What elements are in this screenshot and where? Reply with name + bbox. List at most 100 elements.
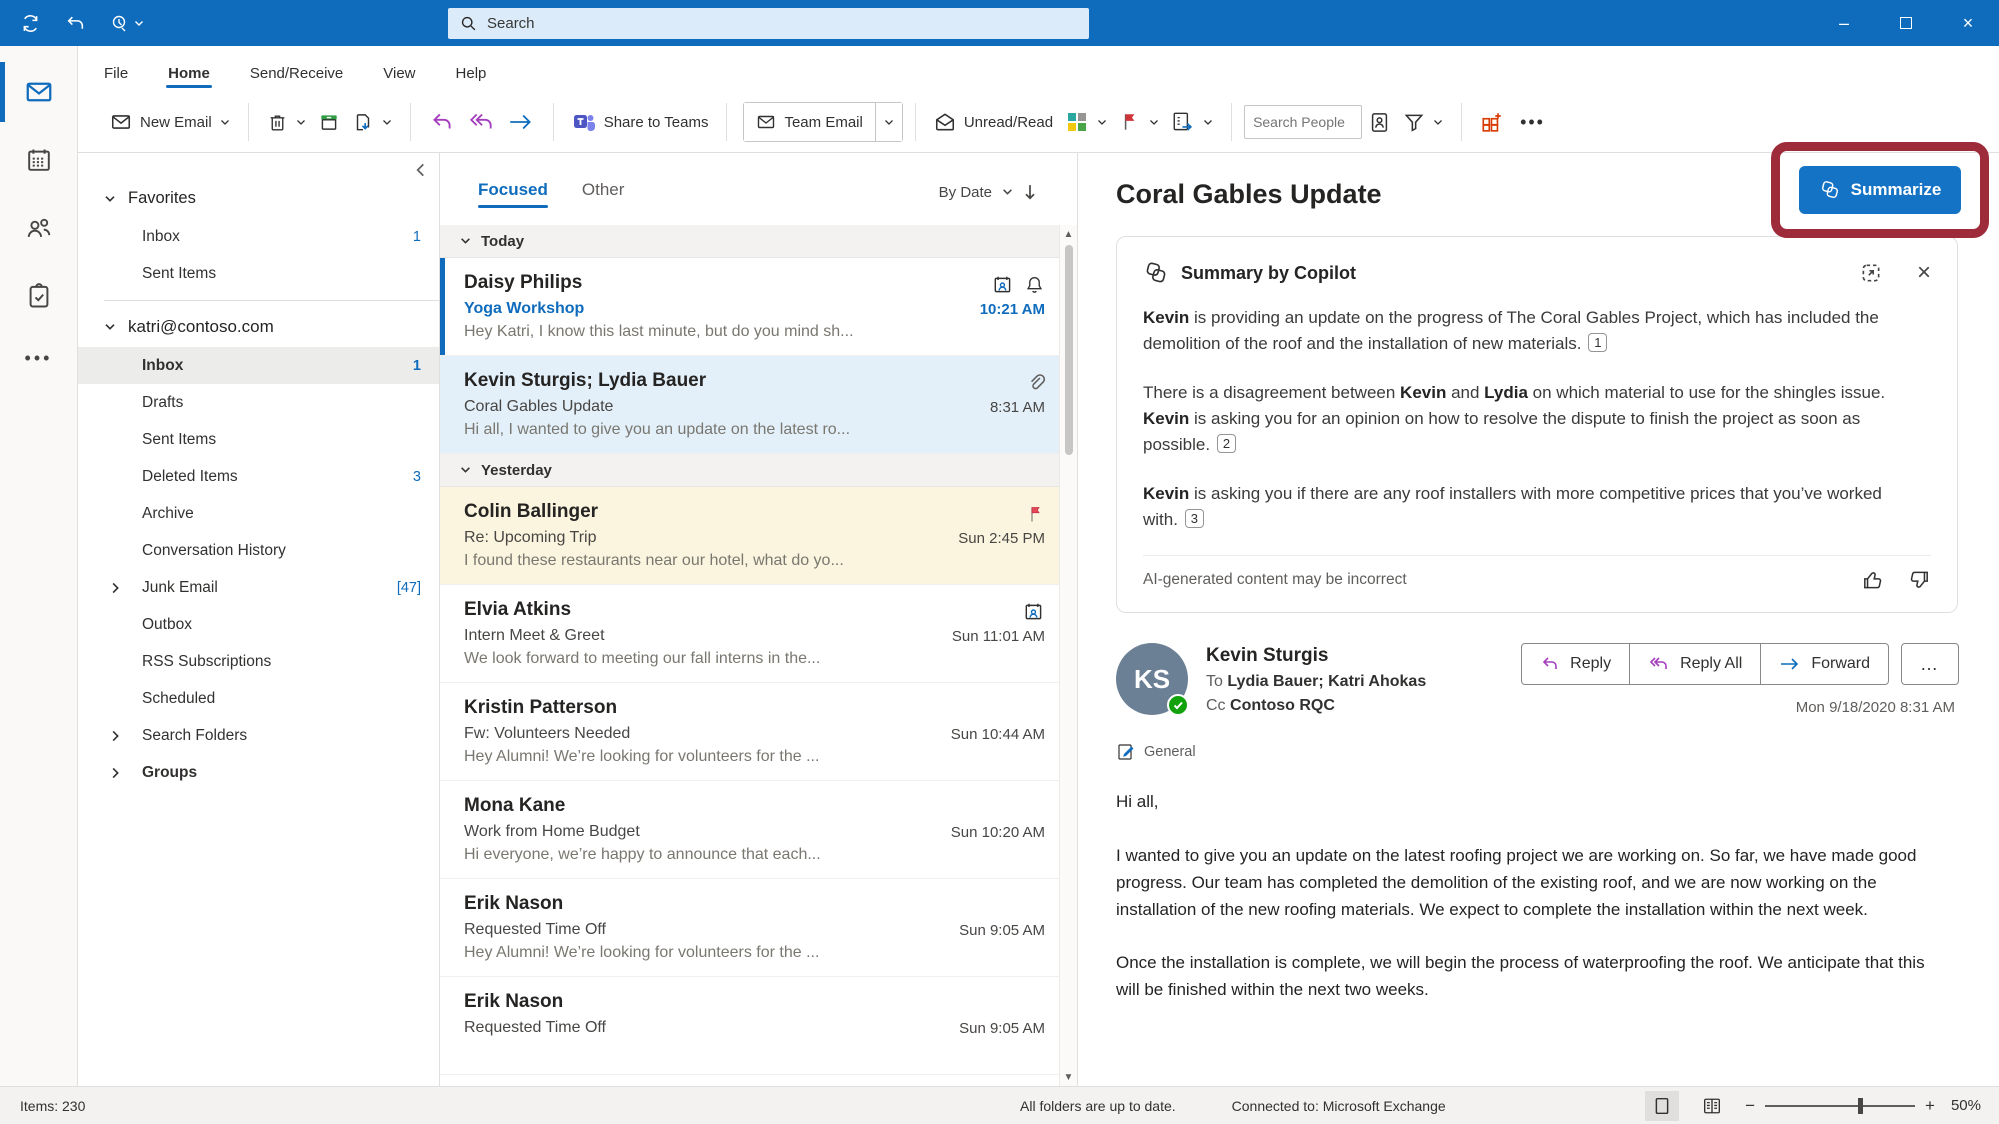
sort-by-date[interactable]: By Date <box>939 184 1037 211</box>
reply-message-button[interactable]: Reply <box>1521 643 1631 686</box>
reading-mode-toggle[interactable] <box>1695 1091 1729 1121</box>
email-row-kevin-selected[interactable]: Kevin Sturgis; Lydia Bauer Coral Gables … <box>440 356 1059 454</box>
email-row-colin[interactable]: Colin Ballinger Re: Upcoming Trip I foun… <box>440 487 1059 585</box>
chevron-down-icon <box>461 467 470 473</box>
delete-button[interactable] <box>261 104 312 141</box>
thumbs-up-icon[interactable] <box>1861 568 1885 592</box>
unread-read-button[interactable]: Unread/Read <box>928 103 1059 141</box>
sensitivity-label[interactable]: General <box>1116 742 1999 762</box>
zoom-slider[interactable]: − + <box>1745 1096 1935 1116</box>
email-row-erik-2[interactable]: Erik Nason Requested Time Off Sun 9:05 A… <box>440 977 1059 1075</box>
forward-button[interactable] <box>501 103 541 141</box>
item-count: [47] <box>396 579 421 596</box>
filter-email-button[interactable] <box>1397 103 1449 141</box>
nav-more[interactable]: ••• <box>25 348 53 369</box>
folder-conversation-history[interactable]: Conversation History <box>78 532 439 569</box>
global-search[interactable] <box>448 8 1089 39</box>
rules-button[interactable] <box>1165 102 1219 142</box>
minimize-button[interactable]: – <box>1813 0 1875 46</box>
zoom-level[interactable]: 50% <box>1951 1097 1981 1114</box>
send-receive-icon[interactable] <box>20 13 41 34</box>
add-ins-button[interactable] <box>1474 102 1510 142</box>
favorite-inbox[interactable]: Inbox 1 <box>78 218 439 255</box>
nav-tasks[interactable] <box>0 262 78 330</box>
favorites-header[interactable]: Favorites <box>78 179 439 218</box>
zoom-thumb[interactable] <box>1858 1097 1864 1114</box>
folder-deleted-items[interactable]: Deleted Items 3 <box>78 458 439 495</box>
nav-people[interactable] <box>0 194 78 262</box>
folder-search-folders[interactable]: Search Folders <box>78 717 439 754</box>
folder-drafts[interactable]: Drafts <box>78 384 439 421</box>
tab-send-receive[interactable]: Send/Receive <box>250 65 343 92</box>
archive-button[interactable] <box>312 103 346 141</box>
favorite-sent-items[interactable]: Sent Items <box>78 255 439 292</box>
tab-other[interactable]: Other <box>582 180 625 214</box>
quick-steps-expand[interactable] <box>874 103 902 141</box>
to-recipients[interactable]: To Lydia Bauer; Katri Ahokas <box>1206 673 1426 691</box>
forward-message-button[interactable]: Forward <box>1761 643 1889 686</box>
nav-mail[interactable] <box>0 58 78 126</box>
email-row-mona[interactable]: Mona Kane Work from Home Budget Hi every… <box>440 781 1059 879</box>
tab-view[interactable]: View <box>383 65 415 92</box>
sort-descending-icon[interactable] <box>1023 184 1037 200</box>
folder-outbox[interactable]: Outbox <box>78 606 439 643</box>
team-email-quickstep[interactable]: Team Email <box>744 103 875 141</box>
move-to-button[interactable] <box>346 103 398 141</box>
tab-focused[interactable]: Focused <box>478 180 548 214</box>
folder-rss-subscriptions[interactable]: RSS Subscriptions <box>78 643 439 680</box>
message-sender-name[interactable]: Kevin Sturgis <box>1206 645 1426 667</box>
copy-summary-icon[interactable] <box>1859 261 1883 285</box>
follow-up-button[interactable] <box>1113 103 1165 141</box>
summarize-button[interactable]: Summarize <box>1798 166 1962 214</box>
categorize-button[interactable] <box>1059 102 1113 142</box>
group-header-yesterday[interactable]: Yesterday <box>440 454 1059 487</box>
reply-button[interactable] <box>423 102 461 142</box>
thumbs-down-icon[interactable] <box>1907 568 1931 592</box>
undo-icon[interactable] <box>65 13 86 34</box>
folder-scheduled[interactable]: Scheduled <box>78 680 439 717</box>
reply-all-message-button[interactable]: Reply All <box>1630 643 1762 686</box>
scroll-up-arrow[interactable]: ▲ <box>1064 225 1074 243</box>
nav-calendar[interactable] <box>0 126 78 194</box>
scroll-thumb[interactable] <box>1064 245 1073 455</box>
tab-file[interactable]: File <box>104 65 128 92</box>
email-row-elvia[interactable]: Elvia Atkins Intern Meet & Greet We look… <box>440 585 1059 683</box>
search-people-input[interactable] <box>1244 105 1363 139</box>
cc-recipients[interactable]: Cc Contoso RQC <box>1206 697 1426 715</box>
touch-mode-icon[interactable] <box>110 13 144 33</box>
list-scrollbar[interactable]: ▲ ▼ <box>1059 225 1077 1086</box>
email-row-erik-1[interactable]: Erik Nason Requested Time Off Hey Alumni… <box>440 879 1059 977</box>
scroll-down-arrow[interactable]: ▼ <box>1064 1068 1074 1086</box>
sender-avatar[interactable]: KS <box>1116 643 1189 717</box>
reply-icon <box>432 113 451 129</box>
folder-junk-email[interactable]: Junk Email [47] <box>78 569 439 606</box>
outlook-window: – × ••• File <box>0 0 1999 1124</box>
collapse-folder-pane-icon[interactable] <box>416 163 425 177</box>
reply-all-button[interactable] <box>461 102 501 142</box>
share-to-teams-button[interactable]: Share to Teams <box>566 102 715 142</box>
group-header-today[interactable]: Today <box>440 225 1059 258</box>
folder-sent-items[interactable]: Sent Items <box>78 421 439 458</box>
folder-groups[interactable]: Groups <box>78 754 439 791</box>
tab-home[interactable]: Home <box>166 65 212 92</box>
zoom-out-icon[interactable]: − <box>1745 1096 1755 1116</box>
email-subject: Intern Meet & Greet <box>464 626 605 644</box>
zoom-in-icon[interactable]: + <box>1925 1096 1935 1116</box>
email-row-daisy[interactable]: Daisy Philips Yoga Workshop Hey Katri, I… <box>440 258 1059 356</box>
maximize-button[interactable] <box>1875 0 1937 46</box>
folder-label: Junk Email <box>142 578 218 596</box>
search-input[interactable] <box>487 15 1047 32</box>
folder-inbox[interactable]: Inbox 1 <box>78 347 439 384</box>
reading-view-toggle[interactable] <box>1645 1090 1680 1121</box>
address-book-button[interactable] <box>1362 103 1397 142</box>
account-header[interactable]: katri@contoso.com <box>78 307 439 347</box>
tab-help[interactable]: Help <box>456 65 487 92</box>
close-button[interactable]: × <box>1937 0 1999 46</box>
close-summary-icon[interactable]: × <box>1917 259 1931 287</box>
mail-icon <box>758 115 775 129</box>
new-email-button[interactable]: New Email <box>104 103 236 141</box>
folder-archive[interactable]: Archive <box>78 495 439 532</box>
email-row-kristin[interactable]: Kristin Patterson Fw: Volunteers Needed … <box>440 683 1059 781</box>
more-actions-button[interactable]: … <box>1901 643 1959 686</box>
ribbon-overflow-button[interactable]: ••• <box>1512 112 1553 133</box>
